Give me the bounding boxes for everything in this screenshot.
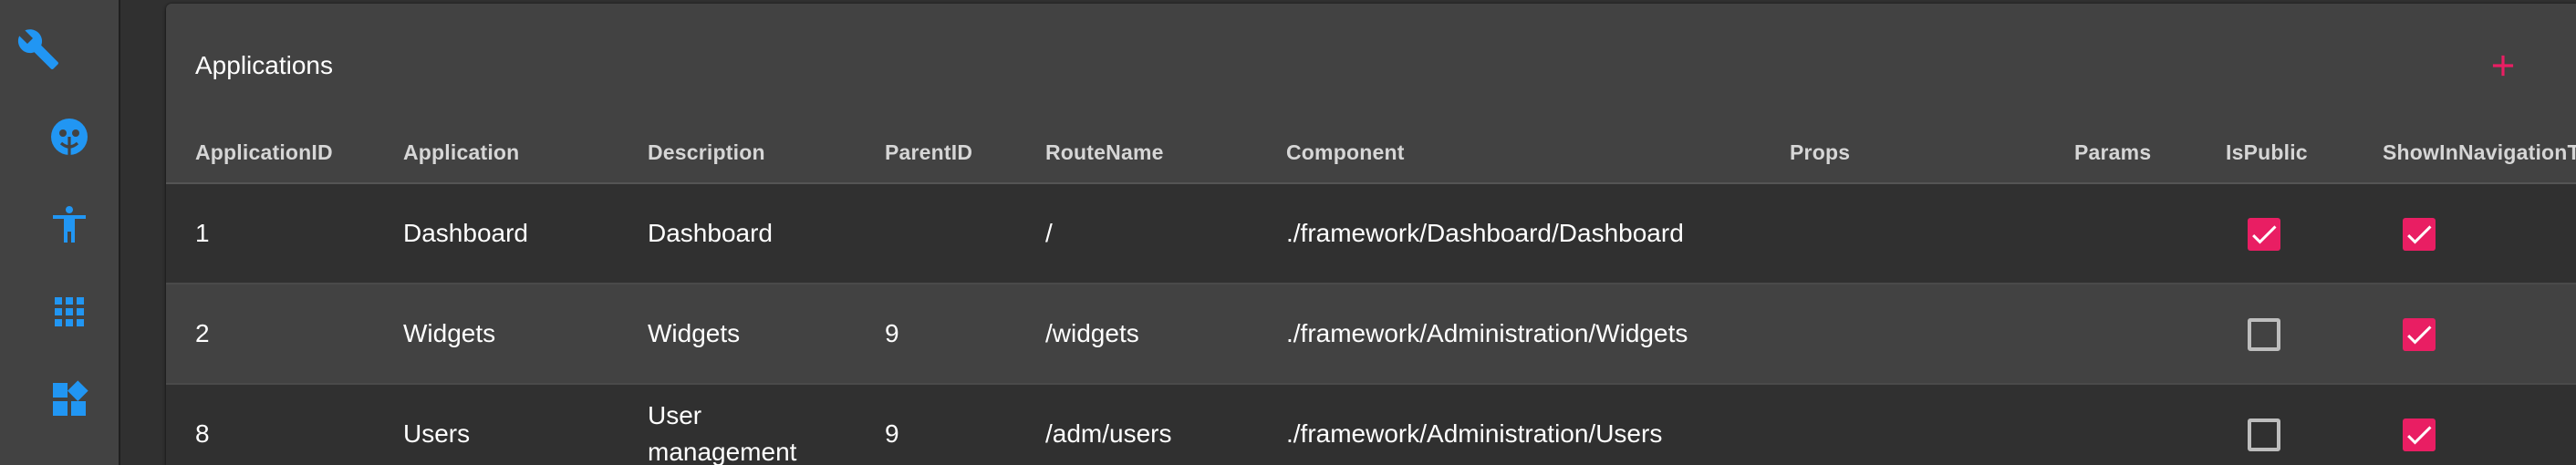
cell-parentid: 9 — [885, 419, 899, 448]
check-icon — [2407, 225, 2432, 244]
cell-applicationid: 1 — [195, 219, 210, 247]
column-header-description[interactable]: Description — [648, 113, 765, 182]
cell-applicationid: 2 — [195, 319, 210, 347]
sidebar — [0, 0, 120, 465]
column-header-applicationid[interactable]: ApplicationID — [195, 113, 333, 182]
column-header-ispublic[interactable]: IsPublic — [2226, 113, 2308, 182]
cell-description: Widgets — [648, 319, 741, 347]
ispublic-checkbox[interactable] — [2248, 218, 2280, 251]
column-header-params[interactable]: Params — [2074, 113, 2151, 182]
table-row[interactable]: 8 Users User management 9 /adm/users ./f… — [166, 385, 2576, 465]
table-header: ApplicationID Application Description Pa… — [166, 113, 2576, 184]
accessibility-icon[interactable] — [47, 202, 91, 246]
column-header-showinnavigation[interactable]: ShowInNavigationT — [2383, 113, 2576, 182]
wrench-icon[interactable] — [16, 27, 60, 71]
cell-application: Users — [403, 419, 471, 448]
cell-component: ./framework/Administration/Widgets — [1286, 319, 1688, 347]
column-header-component[interactable]: Component — [1286, 113, 1405, 182]
column-header-props[interactable]: Props — [1790, 113, 1850, 182]
check-icon — [2252, 225, 2277, 244]
table-row[interactable]: 2 Widgets Widgets 9 /widgets ./framework… — [166, 284, 2576, 385]
column-header-parentid[interactable]: ParentID — [885, 113, 972, 182]
ispublic-checkbox[interactable] — [2248, 418, 2280, 451]
cell-routename: /widgets — [1045, 319, 1139, 347]
cell-applicationid: 8 — [195, 419, 210, 448]
column-header-application[interactable]: Application — [403, 113, 519, 182]
face-icon[interactable] — [47, 115, 91, 159]
column-header-routename[interactable]: RouteName — [1045, 113, 1164, 182]
cell-component: ./framework/Dashboard/Dashboard — [1286, 219, 1684, 247]
apps-grid-icon[interactable] — [47, 290, 91, 334]
showinnavigation-checkbox[interactable] — [2403, 218, 2436, 251]
table-row[interactable]: 1 Dashboard Dashboard / ./framework/Dash… — [166, 184, 2576, 284]
card-title: Applications — [195, 51, 333, 79]
widgets-icon[interactable] — [47, 377, 91, 421]
showinnavigation-checkbox[interactable] — [2403, 318, 2436, 351]
check-icon — [2407, 326, 2432, 345]
showinnavigation-checkbox[interactable] — [2403, 418, 2436, 451]
cell-application: Widgets — [403, 319, 496, 347]
plus-icon — [2492, 55, 2514, 77]
cell-routename: /adm/users — [1045, 419, 1172, 448]
cell-component: ./framework/Administration/Users — [1286, 419, 1663, 448]
cell-routename: / — [1045, 219, 1053, 247]
cell-description: User management — [648, 401, 797, 465]
cell-application: Dashboard — [403, 219, 528, 247]
add-application-button[interactable] — [2474, 36, 2532, 95]
cell-description: Dashboard — [648, 219, 773, 247]
check-icon — [2407, 426, 2432, 445]
cell-parentid: 9 — [885, 319, 899, 347]
ispublic-checkbox[interactable] — [2248, 318, 2280, 351]
applications-card: Applications ApplicationID Application D… — [166, 4, 2576, 465]
